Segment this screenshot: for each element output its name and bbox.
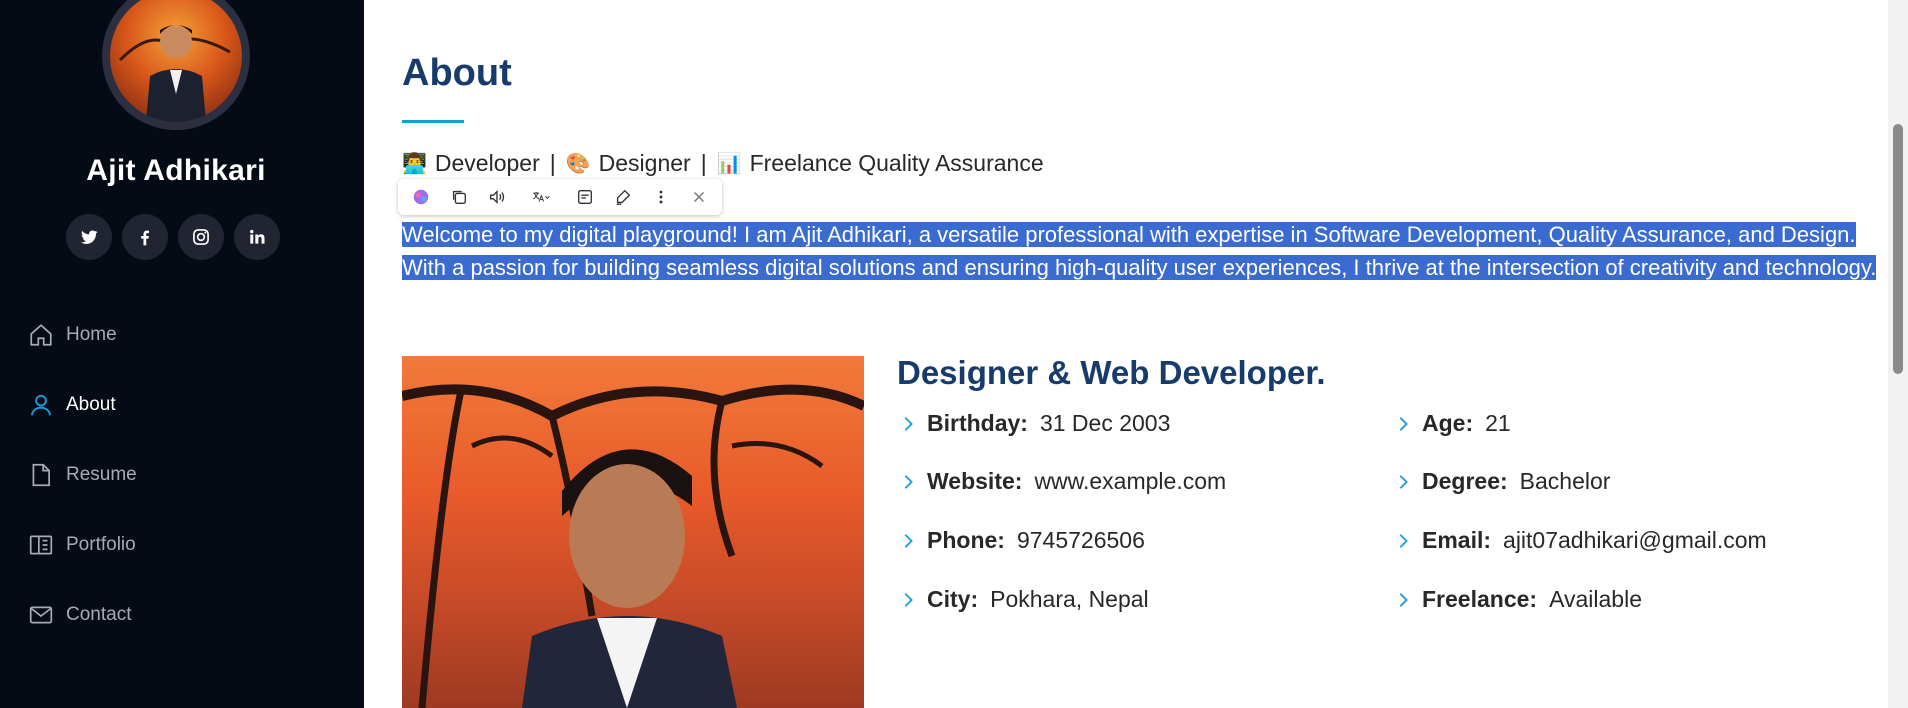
page-scrollbar[interactable] [1888,0,1908,708]
about-section: About 👨‍💻 Developer | 🎨 Designer | 📊 Fre… [364,0,1888,708]
twitter-link[interactable] [66,214,112,260]
highlight-button[interactable] [606,182,640,212]
role-separator: | [549,150,556,176]
file-icon [32,463,50,487]
info-label: Age: [1422,410,1474,436]
info-item-phone: Phone: 9745726506 [899,527,1145,554]
selected-intro-text: Welcome to my digital playground! I am A… [402,222,1877,280]
translate-button[interactable] [518,182,564,212]
nav-label: Portfolio [66,534,136,555]
social-links [66,214,280,260]
chevron-right-icon [904,592,913,607]
info-label: Freelance: [1422,586,1538,612]
info-item-website: Website: www.example.com [899,468,1226,495]
facebook-icon [141,230,149,246]
role-label: Freelance Quality Assurance [749,150,1044,176]
info-value: Pokhara, Nepal [990,586,1149,612]
nav-label: Contact [66,604,132,625]
ai-button[interactable] [404,182,438,212]
info-label: Degree: [1422,468,1508,494]
info-value: 21 [1485,410,1511,436]
info-value: ajit07adhikari@gmail.com [1503,527,1767,553]
envelope-icon [29,606,53,624]
chevron-right-icon [1399,416,1408,431]
highlight-icon [616,189,631,205]
info-item-age: Age: 21 [1394,410,1511,437]
nav-item-about[interactable]: About [28,370,137,440]
nav-item-resume[interactable]: Resume [28,440,137,510]
chevron-right-icon [1399,592,1408,607]
chart-emoji-icon: 📊 [716,153,742,175]
user-icon [30,394,52,416]
role-label: Developer [434,150,540,176]
close-button[interactable] [682,182,716,212]
nav-label: Resume [66,464,137,485]
info-label: Phone: [927,527,1005,553]
sidebar: Ajit Adhikari Home About Resume Portfoli… [0,0,364,708]
nav-item-home[interactable]: Home [28,300,137,370]
instagram-icon [193,229,209,245]
book-icon [29,535,53,555]
roles-line: 👨‍💻 Developer | 🎨 Designer | 📊 Freelance… [402,150,1044,177]
info-label: Email: [1422,527,1492,553]
palette-emoji-icon: 🎨 [565,153,591,175]
profile-avatar [102,0,250,130]
info-value: Bachelor [1519,468,1611,494]
chevron-right-icon [1399,533,1408,548]
main-nav: Home About Resume Portfolio Contact [28,300,137,650]
title-underline [402,120,464,123]
ai-brain-icon [413,189,429,205]
chevron-right-icon [904,474,913,489]
more-button[interactable] [644,182,678,212]
read-aloud-icon [490,189,505,205]
read-aloud-button[interactable] [480,182,514,212]
info-item-freelance: Freelance: Available [1394,586,1642,613]
linkedin-link[interactable] [234,214,280,260]
nav-item-contact[interactable]: Contact [28,580,137,650]
info-item-email: Email: ajit07adhikari@gmail.com [1394,527,1767,554]
role-label: Designer [598,150,691,176]
developer-emoji-icon: 👨‍💻 [402,153,427,175]
summarize-icon [578,190,592,204]
profile-photo [402,356,864,708]
chevron-right-icon [1399,474,1408,489]
facebook-link[interactable] [122,214,168,260]
twitter-icon [81,230,98,244]
chevron-right-icon [904,416,913,431]
info-value: 9745726506 [1016,527,1145,553]
nav-label: Home [66,324,117,345]
chevron-right-icon [904,533,913,548]
info-label: Birthday: [927,410,1028,436]
info-item-city: City: Pokhara, Nepal [899,586,1149,613]
summarize-button[interactable] [568,182,602,212]
info-label: Website: [927,468,1023,494]
copy-button[interactable] [442,182,476,212]
info-item-degree: Degree: Bachelor [1394,468,1610,495]
profile-name: Ajit Adhikari [86,154,266,187]
translate-icon [533,191,550,202]
copy-icon [452,190,466,204]
info-value: www.example.com [1034,468,1227,494]
linkedin-icon [250,229,265,244]
info-value: Available [1549,586,1642,612]
instagram-link[interactable] [178,214,224,260]
info-value: 31 Dec 2003 [1039,410,1171,436]
intro-paragraph: Welcome to my digital playground! I am A… [402,218,1882,284]
info-item-birthday: Birthday: 31 Dec 2003 [899,410,1170,437]
scrollbar-thumb[interactable] [1893,124,1903,374]
more-icon [659,190,663,204]
selection-toolbar [398,179,722,215]
subheading: Designer & Web Developer. [897,354,1326,391]
role-separator: | [700,150,707,176]
home-icon [30,324,52,346]
nav-label: About [66,394,116,415]
nav-item-portfolio[interactable]: Portfolio [28,510,137,580]
close-icon [693,191,705,203]
info-label: City: [927,586,979,612]
section-title: About [402,52,512,94]
